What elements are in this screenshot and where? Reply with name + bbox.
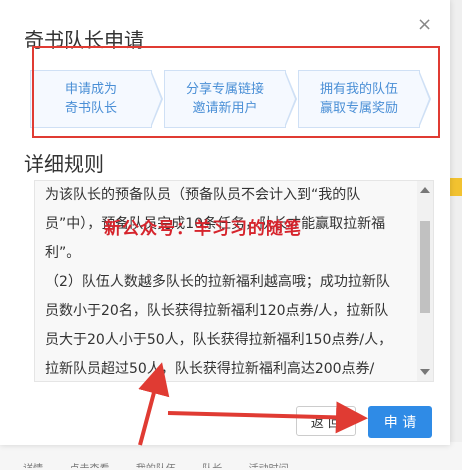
annotation-arrows — [138, 362, 368, 446]
annotation-arrow-right — [167, 401, 368, 434]
annotation-arrow-up — [138, 362, 170, 446]
